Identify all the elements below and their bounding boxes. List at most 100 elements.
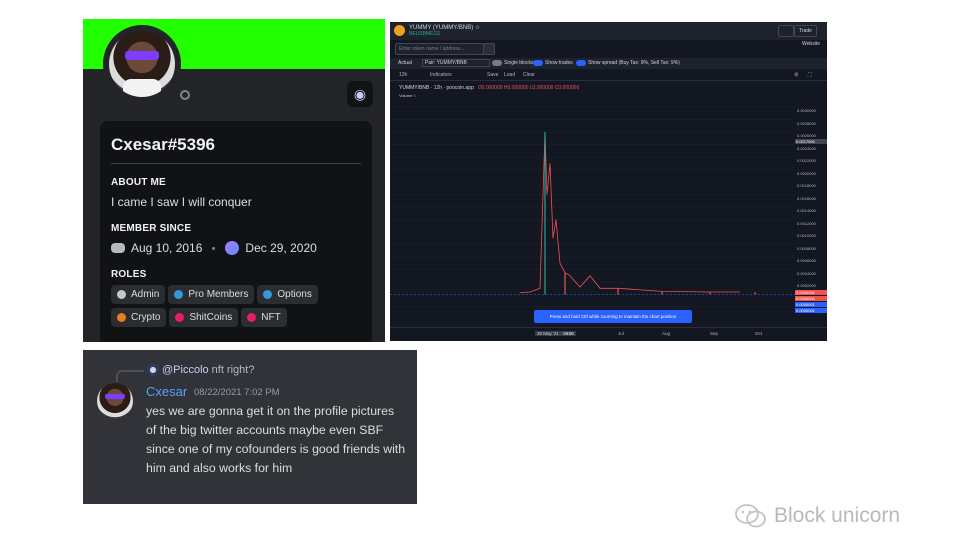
- fullscreen-icon[interactable]: ⛶: [808, 72, 812, 78]
- y-tick-label: 0.0024000: [797, 145, 816, 151]
- price-candle: [544, 132, 546, 295]
- nitro-icon[interactable]: ◉: [347, 81, 373, 107]
- author-name[interactable]: Cxesar: [146, 384, 187, 399]
- about-text: I came I saw I will conquer: [111, 195, 252, 209]
- actual-tab[interactable]: Actual: [398, 60, 412, 66]
- member-since-heading: MEMBER SINCE: [111, 223, 192, 234]
- username: Cxesar#5396: [111, 135, 215, 154]
- price-candle: [564, 272, 566, 295]
- role-color-dot: [174, 290, 184, 299]
- y-tick-label: 0.0018000: [797, 183, 816, 188]
- roles-list: Admin Pro Members Options Crypto ShitCoins N…: [111, 285, 371, 331]
- pair-title: YUMMY (YUMMY/BNB) ☆: [409, 25, 481, 31]
- x-tick-label: Aug: [662, 331, 671, 336]
- price-tag: 0.0000001: [795, 301, 827, 307]
- role-color-dot: [263, 290, 273, 299]
- role-pill[interactable]: Options: [257, 285, 318, 304]
- author-avatar[interactable]: [97, 383, 133, 419]
- x-tick-label: Jul: [618, 331, 624, 336]
- y-tick-label: 0.0014000: [797, 208, 816, 213]
- token-logo-icon: [394, 25, 405, 36]
- x-tick-label: Sep: [710, 331, 719, 336]
- search-button[interactable]: [483, 43, 495, 55]
- y-tick-label: 0.0008000: [797, 245, 816, 251]
- discord-profile-card: ◉ Cxesar#5396 ABOUT ME I came I saw I wi…: [83, 19, 385, 342]
- watermark: Block unicorn: [734, 503, 900, 529]
- pair-select[interactable]: Pair: YUMMY/BNB: [422, 59, 490, 67]
- price-plot[interactable]: [390, 80, 795, 326]
- single-blocks-label: Single blocks: [504, 60, 534, 66]
- crosshair-price-tag: 0.0017500: [795, 139, 827, 145]
- y-tick-label: 0.0026000: [797, 133, 816, 138]
- role-pill[interactable]: Admin: [111, 285, 166, 304]
- reply-mention[interactable]: @Piccolo: [162, 364, 209, 376]
- price-chart-window: YUMMY (YUMMY/BNB) ☆ BEUSBMESS Trade Webs…: [390, 22, 827, 341]
- indicators-button[interactable]: Indicators: [430, 72, 452, 78]
- profile-body: Cxesar#5396 ABOUT ME I came I saw I will…: [100, 121, 372, 342]
- x-tick-label: Oct: [755, 331, 763, 336]
- price-tag: 0.0000001: [795, 307, 827, 313]
- y-tick-label: 0.0022000: [797, 158, 816, 163]
- chart-options-bar: Actual Pair: YUMMY/BNB Single blocks Sho…: [390, 58, 827, 69]
- price-tag: 0.0000001: [795, 289, 827, 295]
- server-icon: [225, 241, 240, 255]
- interval-button[interactable]: 12h: [399, 72, 407, 78]
- avatar-image: [109, 31, 175, 97]
- offline-status-icon: [177, 87, 193, 103]
- zoom-tooltip: Press and hold Ctrl while zooming to mai…: [534, 310, 692, 323]
- settings-icon[interactable]: ⚙: [794, 72, 798, 78]
- x-tick-label: Jun: [565, 331, 573, 336]
- pair-address: BEUSBMESS: [409, 31, 441, 37]
- discord-join-date: Aug 10, 2016: [131, 241, 203, 255]
- reply-preview[interactable]: @Piccolo nft right?: [147, 364, 254, 376]
- y-tick-label: 0.0006000: [797, 258, 816, 263]
- reply-avatar: [147, 364, 159, 376]
- chat-message: @Piccolo nft right? Cxesar 08/22/2021 7:…: [83, 350, 417, 504]
- load-button[interactable]: Load: [504, 72, 515, 78]
- chart-header: YUMMY (YUMMY/BNB) ☆ BEUSBMESS Trade: [390, 22, 827, 40]
- role-color-dot: [117, 313, 126, 322]
- clear-button[interactable]: Clear: [523, 72, 535, 78]
- y-tick-label: 0.0002000: [797, 283, 816, 288]
- y-tick-label: 0.0030000: [797, 108, 816, 113]
- role-pill[interactable]: Pro Members: [168, 285, 255, 304]
- price-candle: [661, 291, 663, 295]
- y-tick-label: 0.0012000: [797, 220, 816, 226]
- price-candle: [617, 288, 619, 295]
- wallet-icon[interactable]: [778, 25, 794, 37]
- wechat-icon: [735, 504, 766, 528]
- y-tick-label: 0.0016000: [797, 195, 816, 201]
- role-color-dot: [175, 313, 185, 322]
- message-timestamp: 08/22/2021 7:02 PM: [194, 387, 280, 398]
- trade-button[interactable]: Trade: [794, 25, 817, 37]
- separator-dot: [212, 246, 216, 250]
- reply-connector: [116, 370, 144, 382]
- server-join-date: Dec 29, 2020: [245, 241, 317, 255]
- role-pill[interactable]: NFT: [241, 308, 287, 327]
- discord-logo-icon: [111, 243, 125, 253]
- show-spread-label: Show spread (Buy Tax: 9%, Sell Tax: 9%): [588, 60, 680, 66]
- show-trades-label: Show trades: [545, 60, 573, 66]
- price-candle: [709, 292, 711, 295]
- website-link[interactable]: Website: [802, 41, 820, 47]
- x-axis: 30 May '21 · 08:00 Jun Jul Aug Sep Oct: [390, 327, 827, 341]
- reply-text: nft right?: [211, 364, 255, 376]
- single-blocks-toggle[interactable]: [492, 60, 502, 66]
- save-button[interactable]: Save: [487, 72, 498, 78]
- role-pill[interactable]: Crypto: [111, 308, 167, 327]
- price-candle: [754, 292, 756, 295]
- token-search-input[interactable]: Enter token name / address...: [395, 43, 484, 55]
- show-spread-toggle[interactable]: [576, 60, 586, 66]
- y-axis: 0.0030000 0.0028000 0.0026000 0.0024000 0.00…: [795, 82, 827, 327]
- show-trades-toggle[interactable]: [533, 60, 543, 66]
- about-heading: ABOUT ME: [111, 177, 166, 188]
- y-tick-label: 0.0010000: [797, 233, 816, 238]
- y-tick-label: 0.0020000: [797, 170, 816, 176]
- price-tag: 0.0000001: [795, 295, 827, 301]
- y-tick-label: 0.0028000: [797, 120, 816, 126]
- role-pill[interactable]: ShitCoins: [169, 308, 239, 327]
- divider: [111, 163, 361, 164]
- role-color-dot: [247, 313, 257, 322]
- avatar[interactable]: [103, 25, 193, 103]
- y-tick-label: 0.0004000: [797, 270, 816, 276]
